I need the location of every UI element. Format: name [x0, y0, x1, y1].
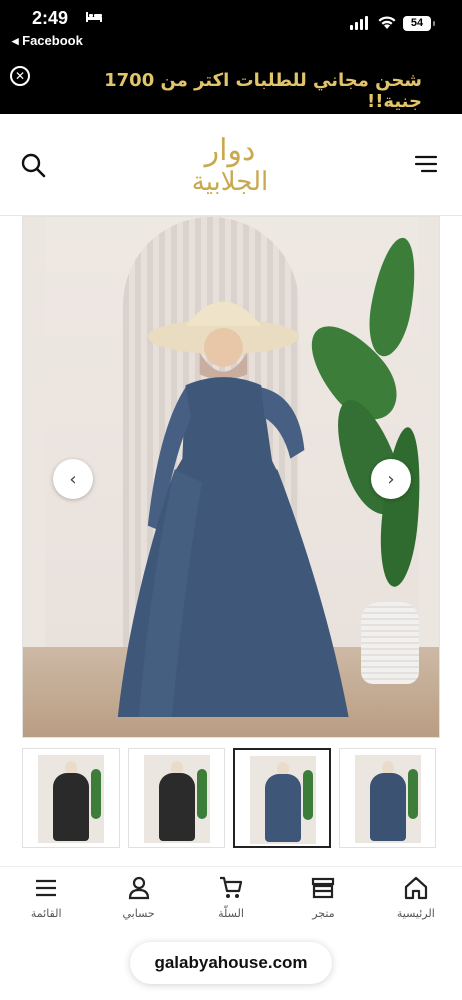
close-circle-icon[interactable]: ✕ [10, 66, 30, 86]
chevron-right-icon[interactable]: › [371, 459, 411, 499]
browser-url-bar: galabyahouse.com [0, 938, 462, 1000]
nav-item-account[interactable]: حسابي [92, 867, 184, 938]
nav-label-home: الرئيسية [396, 907, 435, 920]
nav-item-home[interactable]: الرئيسية [370, 867, 462, 938]
thumbnail-strip [22, 748, 437, 850]
signal-icon [350, 16, 368, 30]
plant-pot [361, 602, 419, 684]
nav-label-menu: القائمة [30, 907, 62, 920]
nav-item-cart[interactable]: السلّة [185, 867, 277, 938]
thumbnail-dress [265, 774, 301, 842]
wifi-icon [378, 16, 396, 29]
back-to-facebook-link[interactable]: ◂ Facebook [12, 33, 83, 49]
nav-label-store: متجر [312, 907, 335, 920]
menu-icon[interactable] [414, 154, 438, 174]
bottom-navigation: القائمة حسابي السلّة متجر الرئيسية [0, 866, 462, 938]
menu-icon [36, 879, 57, 897]
product-gallery: ‹ › [0, 216, 462, 866]
promo-banner: ✕ شحن مجاني للطلبات اكتر من 1700 جنية!! [0, 54, 462, 114]
nav-item-store[interactable]: متجر [277, 867, 369, 938]
thumbnail-dress [158, 773, 195, 841]
chevron-left-icon[interactable]: ‹ [53, 459, 93, 499]
nav-label-account: حسابي [122, 907, 155, 920]
thumbnail-4[interactable] [338, 748, 437, 848]
search-icon[interactable] [20, 152, 46, 178]
thumbnail-dress [53, 773, 89, 841]
status-time: 2:49 [32, 8, 69, 28]
nav-label-cart: السلّة [218, 907, 244, 920]
logo-text-line1: دوار [204, 133, 256, 168]
cart-icon [220, 876, 243, 898]
site-logo[interactable]: دوار الجلابية [180, 128, 280, 204]
battery-icon: 54 [403, 16, 435, 31]
url-display[interactable]: galabyahouse.com [130, 942, 332, 984]
status-bar: 2:49 ◂ Facebook 54 [0, 0, 462, 54]
user-icon [128, 876, 149, 900]
store-icon [312, 877, 335, 899]
logo-text-line2: الجلابية [191, 167, 269, 197]
bed-icon [86, 12, 102, 22]
thumbnail-3-selected[interactable] [233, 748, 331, 848]
product-main-image[interactable]: ‹ › [22, 216, 440, 738]
thumbnail-1[interactable] [22, 748, 120, 848]
nav-item-menu[interactable]: القائمة [0, 867, 92, 938]
site-header: دوار الجلابية [0, 114, 462, 216]
home-icon [404, 876, 427, 900]
promo-text: شحن مجاني للطلبات اكتر من 1700 جنية!! [104, 70, 422, 112]
thumbnail-2[interactable] [127, 748, 225, 848]
thumbnail-dress [369, 773, 406, 841]
model-in-denim-dress [117, 301, 349, 717]
